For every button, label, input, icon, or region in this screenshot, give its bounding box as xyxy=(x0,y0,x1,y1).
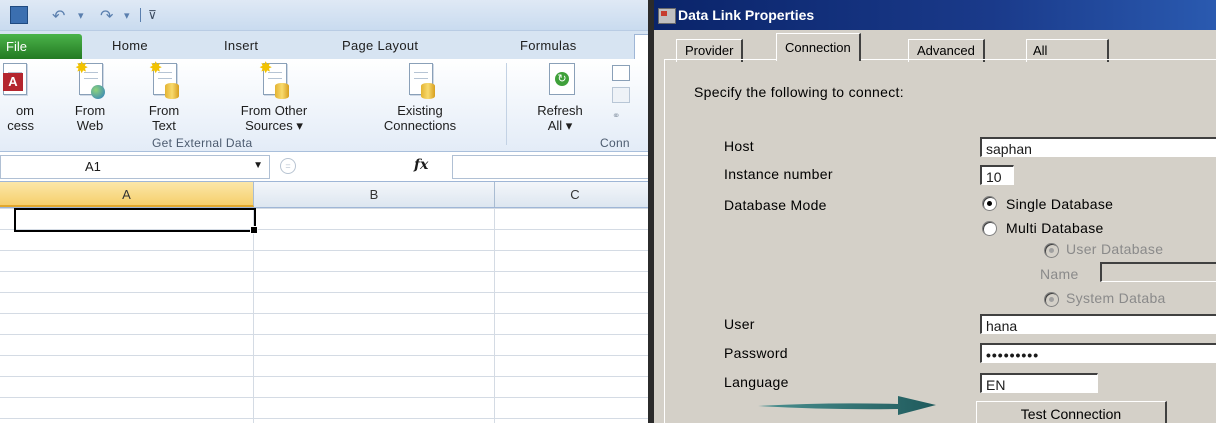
toolbar-separator xyxy=(140,8,141,22)
tab-file[interactable]: File xyxy=(0,34,82,59)
from-access-button[interactable]: A om cess xyxy=(0,59,36,133)
group-label-get-external-data: Get External Data xyxy=(152,136,253,150)
database-name-field xyxy=(1100,262,1216,282)
system-database-radio xyxy=(1044,292,1059,307)
active-cell-a1[interactable] xyxy=(14,208,256,232)
refresh-icon: ↻ xyxy=(545,63,575,99)
tab-data-active[interactable] xyxy=(634,34,648,61)
instruction-text: Specify the following to connect: xyxy=(694,84,904,100)
web-import-icon: ✸ xyxy=(75,61,105,99)
from-text-label-2: Text xyxy=(152,118,176,133)
column-header-b[interactable]: B xyxy=(254,182,495,207)
chevron-down-icon[interactable]: ▼ xyxy=(253,160,263,171)
dialog-tabstrip: Provider Connection Advanced All xyxy=(654,30,1216,62)
properties-icon[interactable] xyxy=(612,87,630,103)
from-other-label-1: From Other xyxy=(240,103,308,118)
insert-function-icon[interactable]: fx xyxy=(414,157,428,173)
from-other-sources-button[interactable]: ✸ From Other Sources ▾ xyxy=(222,59,326,134)
instance-number-label: Instance number xyxy=(724,166,833,182)
from-web-label-2: Web xyxy=(76,118,104,133)
multi-database-label[interactable]: Multi Database xyxy=(1006,220,1104,236)
refresh-label-2: All ▾ xyxy=(547,118,573,133)
from-web-button[interactable]: ✸ From Web xyxy=(68,59,112,134)
data-link-icon xyxy=(658,8,676,24)
undo-icon[interactable]: ↶ xyxy=(52,6,68,25)
tab-home[interactable]: Home xyxy=(112,38,148,53)
ribbon-data: A om cess ✸ From Web ✸ From Text ✸ From … xyxy=(0,59,648,152)
user-database-radio xyxy=(1044,243,1059,258)
host-label: Host xyxy=(724,138,754,154)
refresh-label-1: Refresh xyxy=(537,103,583,118)
formula-bar: A1 ▼ = fx xyxy=(0,152,648,182)
password-label: Password xyxy=(724,345,788,361)
name-box-value: A1 xyxy=(85,159,101,174)
fill-handle[interactable] xyxy=(250,226,258,234)
from-text-button[interactable]: ✸ From Text xyxy=(140,59,188,134)
test-connection-button[interactable]: Test Connection xyxy=(976,401,1167,423)
user-field[interactable]: hana xyxy=(980,314,1216,334)
existing-label-1: Existing xyxy=(397,103,443,118)
from-access-label-2: cess xyxy=(7,118,34,133)
single-database-radio[interactable] xyxy=(982,196,997,211)
from-text-label-1: From xyxy=(148,103,180,118)
formula-bar-divider-icon: = xyxy=(280,158,296,174)
language-label: Language xyxy=(724,374,789,390)
password-field[interactable]: ••••••••• xyxy=(980,343,1216,363)
redo-icon[interactable]: ↷ xyxy=(100,6,116,25)
connections-icon[interactable] xyxy=(612,65,630,81)
tab-formulas[interactable]: Formulas xyxy=(520,38,577,53)
database-mode-label: Database Mode xyxy=(724,197,827,213)
dialog-titlebar[interactable]: Data Link Properties xyxy=(654,0,1216,30)
dialog-title: Data Link Properties xyxy=(678,7,815,23)
column-header-a[interactable]: A xyxy=(0,182,254,207)
worksheet-grid[interactable] xyxy=(0,208,648,423)
formula-input[interactable] xyxy=(452,155,648,179)
customize-toolbar-icon[interactable]: ⊽ xyxy=(148,8,164,24)
existing-connections-icon xyxy=(405,63,435,99)
excel-window: ↶ ▾ ↷ ▾ ⊽ File Home Insert Page Layout F… xyxy=(0,0,648,423)
name-label: Name xyxy=(1040,266,1079,282)
text-import-icon: ✸ xyxy=(149,61,179,99)
from-other-label-2: Sources ▾ xyxy=(245,118,303,133)
host-field[interactable]: saphan xyxy=(980,137,1216,157)
system-database-label: System Databa xyxy=(1066,290,1166,306)
user-label: User xyxy=(724,316,755,332)
save-icon[interactable] xyxy=(10,6,28,24)
name-box[interactable]: A1 ▼ xyxy=(0,155,270,179)
from-access-label-1: om xyxy=(15,103,34,118)
column-header-c[interactable]: C xyxy=(495,182,648,207)
redo-dropdown-icon[interactable]: ▾ xyxy=(124,9,140,25)
group-separator xyxy=(506,63,507,145)
ribbon-tab-bar: File Home Insert Page Layout Formulas xyxy=(0,31,648,61)
group-label-connections: Conn xyxy=(600,136,630,150)
quick-access-toolbar: ↶ ▾ ↷ ▾ ⊽ xyxy=(0,0,648,31)
column-headers: A B C xyxy=(0,182,648,208)
from-web-label-1: From xyxy=(74,103,106,118)
data-link-properties-dialog: Data Link Properties Provider Connection… xyxy=(654,0,1216,423)
tab-insert[interactable]: Insert xyxy=(224,38,258,53)
tab-connection[interactable]: Connection xyxy=(776,33,861,61)
language-field[interactable]: EN xyxy=(980,373,1098,393)
existing-connections-button[interactable]: Existing Connections xyxy=(368,59,472,133)
user-database-label: User Database xyxy=(1066,241,1164,257)
undo-dropdown-icon[interactable]: ▾ xyxy=(78,9,94,25)
refresh-all-button[interactable]: ↻ Refresh All ▾ xyxy=(528,59,592,133)
edit-links-icon[interactable]: ⚭ xyxy=(612,111,628,122)
instance-number-field[interactable]: 10 xyxy=(980,165,1014,185)
access-icon: A xyxy=(0,63,29,99)
other-sources-icon: ✸ xyxy=(259,61,289,99)
single-database-label[interactable]: Single Database xyxy=(1006,196,1113,212)
existing-label-2: Connections xyxy=(383,118,457,133)
multi-database-radio[interactable] xyxy=(982,221,997,236)
tab-page-layout[interactable]: Page Layout xyxy=(342,38,418,53)
annotation-arrow-icon xyxy=(758,396,936,415)
